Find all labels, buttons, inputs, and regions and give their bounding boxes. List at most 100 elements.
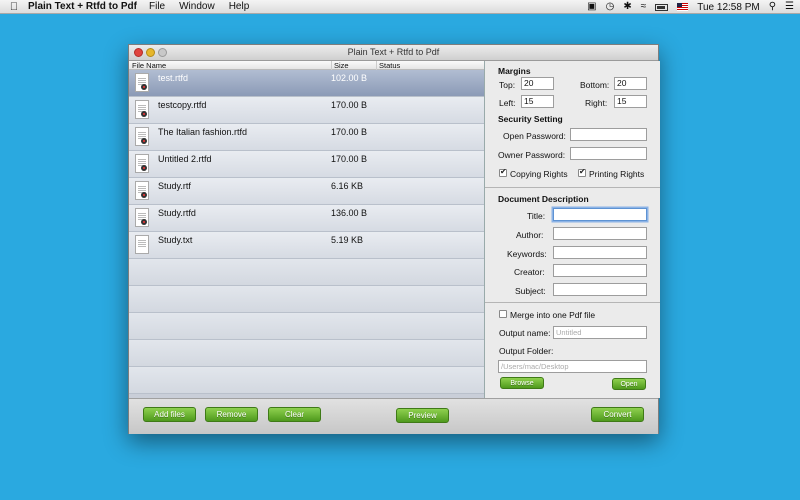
- file-name: test.rtfd: [158, 73, 189, 83]
- add-files-button[interactable]: Add files: [143, 407, 196, 422]
- preview-button[interactable]: Preview: [396, 408, 449, 423]
- output-name-input[interactable]: Untitled: [553, 326, 647, 339]
- main-window: Plain Text + Rtfd to Pdf File Name Size …: [128, 44, 660, 434]
- title-bar[interactable]: Plain Text + Rtfd to Pdf: [129, 45, 658, 61]
- file-size: 170.00 B: [331, 154, 368, 164]
- display-icon[interactable]: ▣: [587, 0, 596, 14]
- subject-label: Subject:: [515, 286, 546, 296]
- margins-heading: Margins: [498, 66, 531, 76]
- empty-row: [129, 259, 484, 286]
- rtfd-file-icon: [135, 127, 149, 146]
- clear-button[interactable]: Clear: [268, 407, 321, 422]
- output-name-label: Output name:: [499, 328, 551, 338]
- convert-button[interactable]: Convert: [591, 407, 644, 422]
- empty-row: [129, 313, 484, 340]
- file-name: The Italian fashion.rtfd: [158, 127, 248, 137]
- keywords-input[interactable]: [553, 246, 647, 259]
- input-source-flag-icon[interactable]: [677, 3, 689, 11]
- file-name: Study.rtfd: [158, 208, 196, 218]
- table-row[interactable]: testcopy.rtfd 170.00 B: [129, 97, 484, 124]
- top-margin-input[interactable]: 20: [521, 77, 554, 90]
- bottom-margin-input[interactable]: 20: [614, 77, 647, 90]
- bluetooth-icon[interactable]: ✱: [623, 0, 631, 14]
- file-size: 6.16 KB: [331, 181, 364, 191]
- file-name: Study.txt: [158, 235, 193, 245]
- right-margin-input[interactable]: 15: [614, 95, 647, 108]
- file-name: Untitled 2.rtfd: [158, 154, 212, 164]
- table-row[interactable]: Study.rtf 6.16 KB: [129, 178, 484, 205]
- open-folder-button[interactable]: Open: [612, 378, 646, 390]
- table-row[interactable]: Study.txt 5.19 KB: [129, 232, 484, 259]
- doc-title-label: Title:: [527, 211, 546, 221]
- browse-button[interactable]: Browse: [500, 377, 544, 389]
- creator-input[interactable]: [553, 264, 647, 277]
- merge-checkbox[interactable]: [499, 310, 507, 318]
- empty-row: [129, 367, 484, 394]
- menu-help[interactable]: Help: [229, 1, 250, 12]
- open-password-label: Open Password:: [503, 131, 566, 141]
- remove-button[interactable]: Remove: [205, 407, 258, 422]
- doc-title-input[interactable]: [553, 208, 647, 221]
- clock[interactable]: Tue 12:58 PM: [697, 2, 759, 13]
- menu-window[interactable]: Window: [179, 1, 215, 12]
- output-folder-input[interactable]: /Users/mac/Desktop: [498, 360, 647, 373]
- rtfd-file-icon: [135, 73, 149, 92]
- status-area: ▣ ◷ ✱ ≈ Tue 12:58 PM ⚲ ☰: [587, 0, 794, 14]
- author-label: Author:: [516, 230, 544, 240]
- rtfd-file-icon: [135, 208, 149, 227]
- battery-icon[interactable]: [655, 3, 669, 11]
- apple-icon[interactable]: : [0, 0, 28, 14]
- document-description-heading: Document Description: [498, 194, 589, 204]
- empty-row: [129, 340, 484, 367]
- file-size: 170.00 B: [331, 127, 368, 137]
- keywords-label: Keywords:: [507, 249, 547, 259]
- owner-password-input[interactable]: [570, 147, 647, 160]
- empty-row: [129, 286, 484, 313]
- creator-label: Creator:: [514, 267, 545, 277]
- printing-rights-label[interactable]: Printing Rights: [589, 169, 644, 179]
- spotlight-search-icon[interactable]: ⚲: [769, 0, 776, 14]
- file-size: 170.00 B: [331, 100, 368, 110]
- left-margin-input[interactable]: 15: [521, 95, 554, 108]
- merge-label[interactable]: Merge into one Pdf file: [510, 310, 595, 320]
- rtfd-file-icon: [135, 154, 149, 173]
- copying-rights-checkbox[interactable]: [499, 167, 507, 177]
- file-list-header: File Name Size Status: [129, 61, 484, 70]
- settings-panel: Margins Top: 20 Bottom: 20 Left: 15 Righ…: [485, 61, 660, 398]
- wifi-icon[interactable]: ≈: [641, 0, 647, 14]
- bottom-margin-label: Bottom:: [580, 80, 610, 90]
- owner-password-label: Owner Password:: [498, 150, 566, 160]
- section-divider: [485, 187, 660, 188]
- table-row[interactable]: Untitled 2.rtfd 170.00 B: [129, 151, 484, 178]
- file-name: Study.rtf: [158, 181, 191, 191]
- printing-rights-checkbox[interactable]: [578, 167, 586, 177]
- table-row[interactable]: Study.rtfd 136.00 B: [129, 205, 484, 232]
- table-row[interactable]: test.rtfd 102.00 B: [129, 70, 484, 97]
- txt-file-icon: [135, 235, 149, 254]
- app-menu[interactable]: Plain Text + Rtfd to Pdf: [28, 1, 137, 12]
- output-folder-label: Output Folder:: [499, 346, 554, 356]
- bottom-toolbar: Add files Remove Clear Preview Convert: [129, 398, 658, 434]
- column-header-file-name[interactable]: File Name: [132, 61, 166, 70]
- column-header-status[interactable]: Status: [376, 61, 400, 70]
- file-name: testcopy.rtfd: [158, 100, 207, 110]
- file-size: 5.19 KB: [331, 235, 364, 245]
- file-list-rows: test.rtfd 102.00 B testcopy.rtfd 170.00 …: [129, 70, 484, 398]
- column-header-size[interactable]: Size: [331, 61, 349, 70]
- file-list[interactable]: File Name Size Status test.rtfd 102.00 B…: [129, 61, 485, 398]
- security-heading: Security Setting: [498, 114, 563, 124]
- time-machine-icon[interactable]: ◷: [606, 0, 615, 14]
- section-divider: [485, 302, 660, 303]
- menu-file[interactable]: File: [149, 1, 165, 12]
- table-row[interactable]: The Italian fashion.rtfd 170.00 B: [129, 124, 484, 151]
- rtfd-file-icon: [135, 100, 149, 119]
- rtf-file-icon: [135, 181, 149, 200]
- subject-input[interactable]: [553, 283, 647, 296]
- window-title: Plain Text + Rtfd to Pdf: [347, 47, 440, 57]
- copying-rights-label[interactable]: Copying Rights: [510, 169, 568, 179]
- top-margin-label: Top:: [499, 80, 516, 90]
- file-size: 136.00 B: [331, 208, 368, 218]
- open-password-input[interactable]: [570, 128, 647, 141]
- notification-center-icon[interactable]: ☰: [785, 0, 794, 14]
- author-input[interactable]: [553, 227, 647, 240]
